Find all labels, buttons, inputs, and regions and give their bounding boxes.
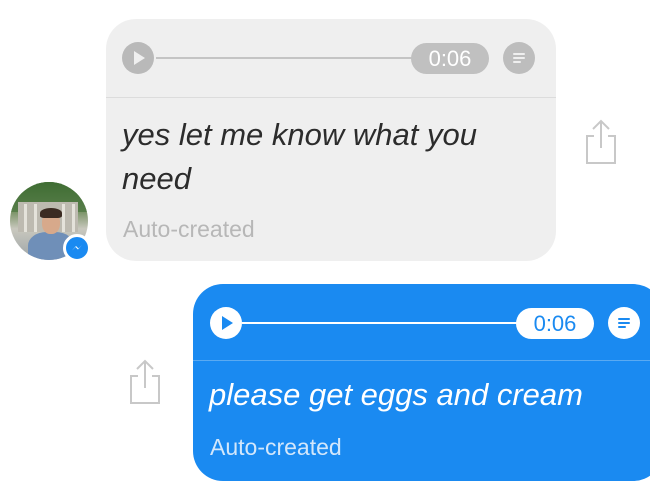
outgoing-duration-badge: 0:06	[516, 308, 594, 339]
incoming-audio-player: 0:06	[106, 19, 556, 98]
outgoing-transcript: please get eggs and cream	[209, 377, 583, 412]
incoming-auto-created-label: Auto-created	[123, 216, 255, 242]
play-icon[interactable]	[122, 42, 154, 74]
outgoing-auto-created-label: Auto-created	[210, 434, 342, 460]
incoming-duration-badge: 0:06	[411, 43, 489, 74]
transcript-menu-icon[interactable]	[503, 42, 535, 74]
outgoing-voice-message[interactable]: 0:06 please get eggs and cream Auto-crea…	[193, 284, 650, 481]
play-icon[interactable]	[210, 307, 242, 339]
messenger-badge-icon	[63, 234, 91, 262]
incoming-transcript: yes let me know what you need	[122, 117, 477, 196]
transcript-menu-icon[interactable]	[608, 307, 640, 339]
incoming-progress-track[interactable]	[156, 57, 414, 59]
share-icon[interactable]	[125, 357, 165, 407]
share-icon[interactable]	[581, 117, 621, 167]
incoming-voice-message[interactable]: 0:06 yes let me know what you need Auto-…	[106, 19, 556, 261]
outgoing-progress-track[interactable]	[242, 322, 519, 324]
outgoing-audio-player: 0:06	[193, 284, 650, 361]
